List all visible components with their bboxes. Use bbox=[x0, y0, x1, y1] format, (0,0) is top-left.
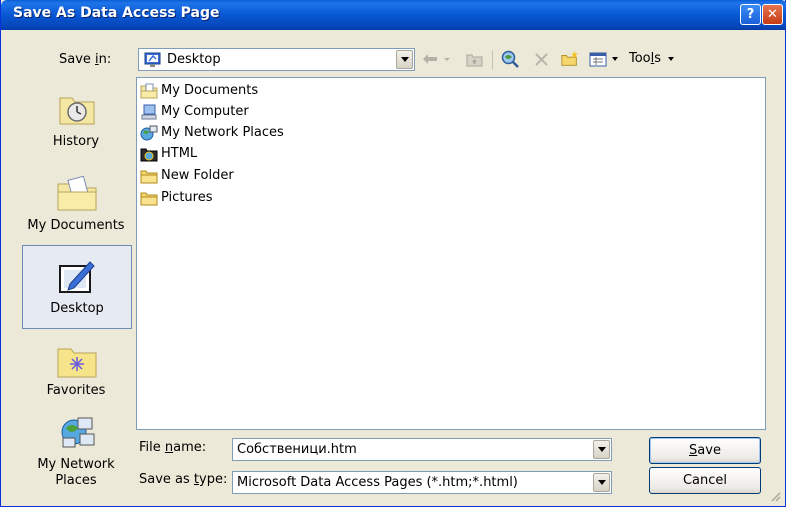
my-documents-icon bbox=[140, 83, 158, 98]
up-folder-icon[interactable] bbox=[465, 50, 483, 68]
toolbar-divider bbox=[492, 50, 493, 70]
file-name: My Network Places bbox=[161, 125, 284, 140]
resize-grip-icon[interactable] bbox=[769, 490, 781, 502]
places-label: My Network bbox=[37, 457, 115, 472]
desktop-icon bbox=[144, 51, 161, 68]
title-bar[interactable]: Save As Data Access Page ? ✕ bbox=[1, 0, 786, 30]
file-name-label: File name: bbox=[139, 440, 207, 455]
list-item[interactable]: Pictures bbox=[140, 188, 212, 207]
file-name-dropdown-button[interactable] bbox=[593, 440, 610, 459]
file-name: HTML bbox=[161, 146, 198, 161]
tools-menu[interactable]: Tools bbox=[629, 51, 661, 66]
save-in-label: Save in: bbox=[59, 52, 112, 67]
back-dropdown-icon[interactable] bbox=[442, 50, 452, 68]
places-bar: History My Documents Desktop Favorites M… bbox=[22, 78, 132, 501]
chevron-down-icon bbox=[597, 480, 606, 485]
network-places-icon bbox=[60, 414, 96, 450]
views-icon[interactable] bbox=[589, 50, 607, 68]
html-folder-icon bbox=[140, 148, 158, 161]
save-as-type-label: Save as type: bbox=[139, 472, 228, 487]
search-web-icon[interactable] bbox=[501, 50, 519, 68]
save-button[interactable]: Save bbox=[649, 437, 761, 464]
places-desktop[interactable]: Desktop bbox=[22, 245, 132, 329]
favorites-icon bbox=[56, 343, 98, 379]
network-places-icon bbox=[140, 125, 158, 140]
close-button[interactable]: ✕ bbox=[762, 4, 783, 25]
file-name-value: Собственици.htm bbox=[237, 442, 357, 457]
file-name: My Computer bbox=[161, 104, 249, 119]
delete-icon[interactable] bbox=[532, 50, 550, 68]
my-documents-icon bbox=[56, 175, 98, 212]
places-history[interactable]: History bbox=[22, 78, 132, 162]
my-computer-icon bbox=[141, 104, 157, 119]
back-icon[interactable] bbox=[421, 50, 439, 68]
chevron-down-icon bbox=[400, 57, 409, 62]
save-as-type-select[interactable]: Microsoft Data Access Pages (*.htm;*.htm… bbox=[232, 471, 612, 494]
places-label: My Documents bbox=[27, 218, 125, 233]
file-name: New Folder bbox=[161, 168, 234, 183]
file-name: My Documents bbox=[161, 83, 259, 98]
save-in-dropdown-button[interactable] bbox=[396, 50, 413, 69]
new-folder-icon[interactable] bbox=[561, 50, 579, 68]
folder-icon bbox=[140, 192, 158, 205]
folder-icon bbox=[140, 170, 158, 183]
list-item[interactable]: My Documents bbox=[140, 81, 258, 100]
places-favorites[interactable]: Favorites bbox=[22, 329, 132, 413]
places-label: Desktop bbox=[50, 301, 104, 316]
history-icon bbox=[58, 92, 96, 126]
save-in-combo[interactable]: Desktop bbox=[138, 48, 415, 71]
save-as-dialog: Save As Data Access Page ? ✕ Save in: De… bbox=[0, 0, 786, 507]
list-item[interactable]: HTML bbox=[140, 144, 197, 163]
list-item[interactable]: New Folder bbox=[140, 166, 234, 185]
dialog-title: Save As Data Access Page bbox=[13, 5, 220, 21]
file-name-field[interactable]: Собственици.htm bbox=[232, 438, 612, 461]
list-item[interactable]: My Computer bbox=[140, 102, 249, 121]
places-my-documents[interactable]: My Documents bbox=[22, 162, 132, 246]
places-label: History bbox=[52, 134, 100, 149]
list-item[interactable]: My Network Places bbox=[140, 123, 284, 142]
views-dropdown-icon[interactable] bbox=[610, 50, 620, 68]
places-label: Favorites bbox=[46, 383, 106, 398]
file-list[interactable]: My Documents My Computer My Network Plac… bbox=[136, 77, 766, 430]
places-label: Places bbox=[55, 473, 97, 488]
save-in-value: Desktop bbox=[167, 52, 221, 67]
tools-dropdown-icon[interactable] bbox=[666, 50, 676, 68]
chevron-down-icon bbox=[597, 447, 606, 452]
help-button[interactable]: ? bbox=[740, 4, 761, 25]
cancel-button[interactable]: Cancel bbox=[649, 467, 761, 494]
save-as-type-value: Microsoft Data Access Pages (*.htm;*.htm… bbox=[237, 475, 518, 490]
desktop-icon bbox=[56, 258, 98, 296]
places-network[interactable]: My Network Places bbox=[22, 412, 132, 496]
save-as-type-dropdown-button[interactable] bbox=[593, 473, 610, 492]
file-name: Pictures bbox=[161, 190, 213, 205]
